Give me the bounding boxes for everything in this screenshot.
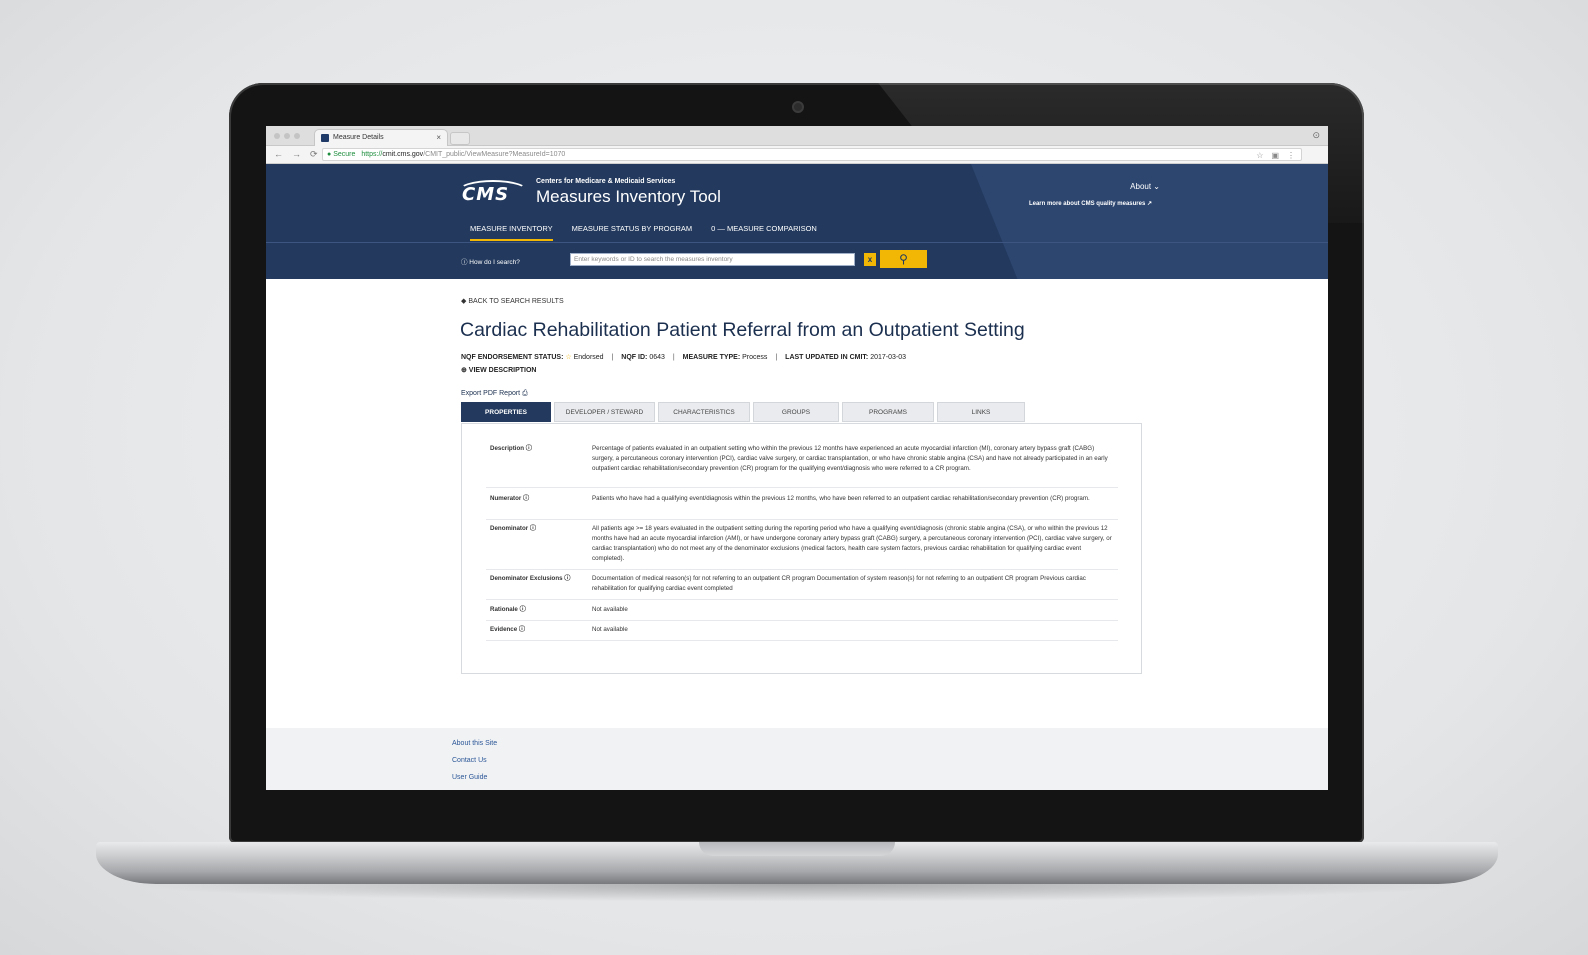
property-label: Denominator Exclusions ⓘ [490, 575, 571, 582]
property-row: Rationale ⓘ Not available [486, 605, 1118, 621]
close-window-button[interactable] [274, 133, 280, 139]
property-row: Denominator Exclusions ⓘ Documentation o… [486, 574, 1118, 600]
forward-button[interactable]: → [292, 149, 301, 160]
property-label: Evidence ⓘ [490, 626, 526, 633]
menu-icon[interactable]: ⋮ [1287, 151, 1295, 160]
property-value: Not available [592, 606, 628, 613]
profile-icon[interactable]: ⊙ [1312, 130, 1320, 141]
footer-user-guide-link[interactable]: User Guide [452, 774, 487, 781]
property-value: Patients who have had a qualifying event… [592, 495, 1090, 502]
property-row: Numerator ⓘ Patients who have had a qual… [486, 494, 1118, 520]
bookmark-star-icon[interactable]: ☆ [1256, 151, 1263, 160]
url-host: cmit.cms.gov [382, 151, 424, 158]
omnibox-icons: ☆ ▣ ⋮ [1256, 151, 1295, 160]
cms-logo: CMS [462, 184, 510, 205]
org-name: Centers for Medicare & Medicaid Services [536, 178, 676, 185]
tab-links[interactable]: LINKS [937, 402, 1025, 422]
address-bar[interactable]: ● Secure https://cmit.cms.gov/CMIT_publi… [322, 148, 1302, 161]
nav-measure-status[interactable]: MEASURE STATUS BY PROGRAM [572, 224, 692, 241]
property-label: Rationale ⓘ [490, 606, 526, 613]
back-to-results-link[interactable]: ◆ BACK TO SEARCH RESULTS [461, 297, 564, 305]
page-title: Cardiac Rehabilitation Patient Referral … [460, 319, 1025, 341]
tab-characteristics[interactable]: CHARACTERISTICS [658, 402, 750, 422]
nav-measure-comparison[interactable]: 0 — MEASURE COMPARISON [711, 224, 817, 241]
property-value: All patients age >= 18 years evaluated i… [592, 525, 1112, 562]
property-row: Description ⓘ Percentage of patients eva… [486, 444, 1118, 488]
reload-button[interactable]: ⟳ [310, 149, 318, 160]
browser-toolbar: ← → ⟳ ● Secure https://cmit.cms.gov/CMIT… [266, 146, 1328, 164]
footer-about-link[interactable]: About this Site [452, 740, 497, 747]
nav-buttons: ← → ⟳ [274, 149, 318, 160]
window-controls[interactable] [274, 133, 300, 139]
browser-tabstrip: Measure Details × ⊙ [266, 126, 1328, 146]
endorsed-star-icon: ☆ [565, 354, 572, 361]
extension-icon[interactable]: ▣ [1271, 151, 1279, 160]
favicon-icon [321, 134, 329, 142]
property-value: Documentation of medical reason(s) for n… [592, 575, 1086, 592]
property-value: Percentage of patients evaluated in an o… [592, 445, 1108, 472]
nav-divider [266, 242, 1328, 243]
tab-programs[interactable]: PROGRAMS [842, 402, 934, 422]
nqf-id-value: 0643 [649, 354, 665, 361]
tab-groups[interactable]: GROUPS [753, 402, 839, 422]
property-label: Description ⓘ [490, 445, 532, 452]
browser-tab[interactable]: Measure Details × [314, 129, 448, 146]
nav-measure-inventory[interactable]: MEASURE INVENTORY [470, 224, 553, 241]
secure-label: Secure [333, 151, 356, 158]
minimize-window-button[interactable] [284, 133, 290, 139]
property-value: Not available [592, 626, 628, 633]
how-search-link[interactable]: ⓘ How do I search? [461, 256, 520, 266]
measure-type-label: MEASURE TYPE: [682, 354, 741, 361]
last-updated-value: 2017-03-03 [870, 354, 907, 361]
camera [792, 101, 804, 113]
tab-properties[interactable]: PROPERTIES [461, 402, 551, 422]
property-label: Denominator ⓘ [490, 525, 537, 532]
tab-title: Measure Details [333, 134, 384, 141]
measure-meta: NQF ENDORSEMENT STATUS: ☆ Endorsed | NQF… [461, 354, 907, 361]
search-input[interactable]: Enter keywords or ID to search the measu… [570, 253, 855, 266]
measure-type-value: Process [742, 354, 768, 361]
last-updated-label: LAST UPDATED IN CMIT: [785, 354, 869, 361]
maximize-window-button[interactable] [294, 133, 300, 139]
tab-close-button[interactable]: × [436, 133, 441, 142]
laptop-base [96, 842, 1498, 884]
lock-icon: ● [327, 151, 332, 158]
site-header: CMS Centers for Medicare & Medicaid Serv… [266, 164, 1328, 279]
clear-search-button[interactable]: x [864, 253, 876, 266]
back-button[interactable]: ← [274, 149, 283, 160]
endorsement-value: Endorsed [573, 354, 604, 361]
properties-panel: Description ⓘ Percentage of patients eva… [461, 423, 1142, 674]
about-menu[interactable]: About ⌄ [1130, 182, 1160, 191]
url-scheme: https:// [361, 151, 383, 158]
search-icon: ⚲ [899, 252, 908, 266]
url-path: /CMIT_public/ViewMeasure?MeasureId=1070 [423, 151, 566, 158]
base-notch [699, 842, 895, 856]
search-button[interactable]: ⚲ [880, 250, 927, 268]
footer-contact-link[interactable]: Contact Us [452, 757, 487, 764]
property-label: Numerator ⓘ [490, 495, 530, 502]
export-pdf-link[interactable]: Export PDF Report ⎙ [461, 390, 528, 398]
tab-developer-steward[interactable]: DEVELOPER / STEWARD [554, 402, 655, 422]
endorsement-label: NQF ENDORSEMENT STATUS: [461, 354, 564, 361]
base-shadow [120, 884, 1476, 902]
app-title: Measures Inventory Tool [536, 187, 721, 206]
screen: Measure Details × ⊙ ← → ⟳ ● Secure https… [266, 126, 1328, 790]
view-description-toggle[interactable]: ⊕ VIEW DESCRIPTION [461, 366, 536, 374]
site-footer: About this Site Contact Us User Guide [266, 728, 1328, 790]
new-tab-button[interactable] [450, 132, 470, 145]
nqf-id-label: NQF ID: [621, 354, 648, 361]
property-row: Evidence ⓘ Not available [486, 625, 1118, 641]
main-nav: MEASURE INVENTORY MEASURE STATUS BY PROG… [470, 224, 817, 241]
measure-tabs: PROPERTIES DEVELOPER / STEWARD CHARACTER… [461, 402, 1025, 422]
property-row: Denominator ⓘ All patients age >= 18 yea… [486, 524, 1118, 570]
learn-more-link[interactable]: Learn more about CMS quality measures ↗ [1029, 200, 1152, 207]
